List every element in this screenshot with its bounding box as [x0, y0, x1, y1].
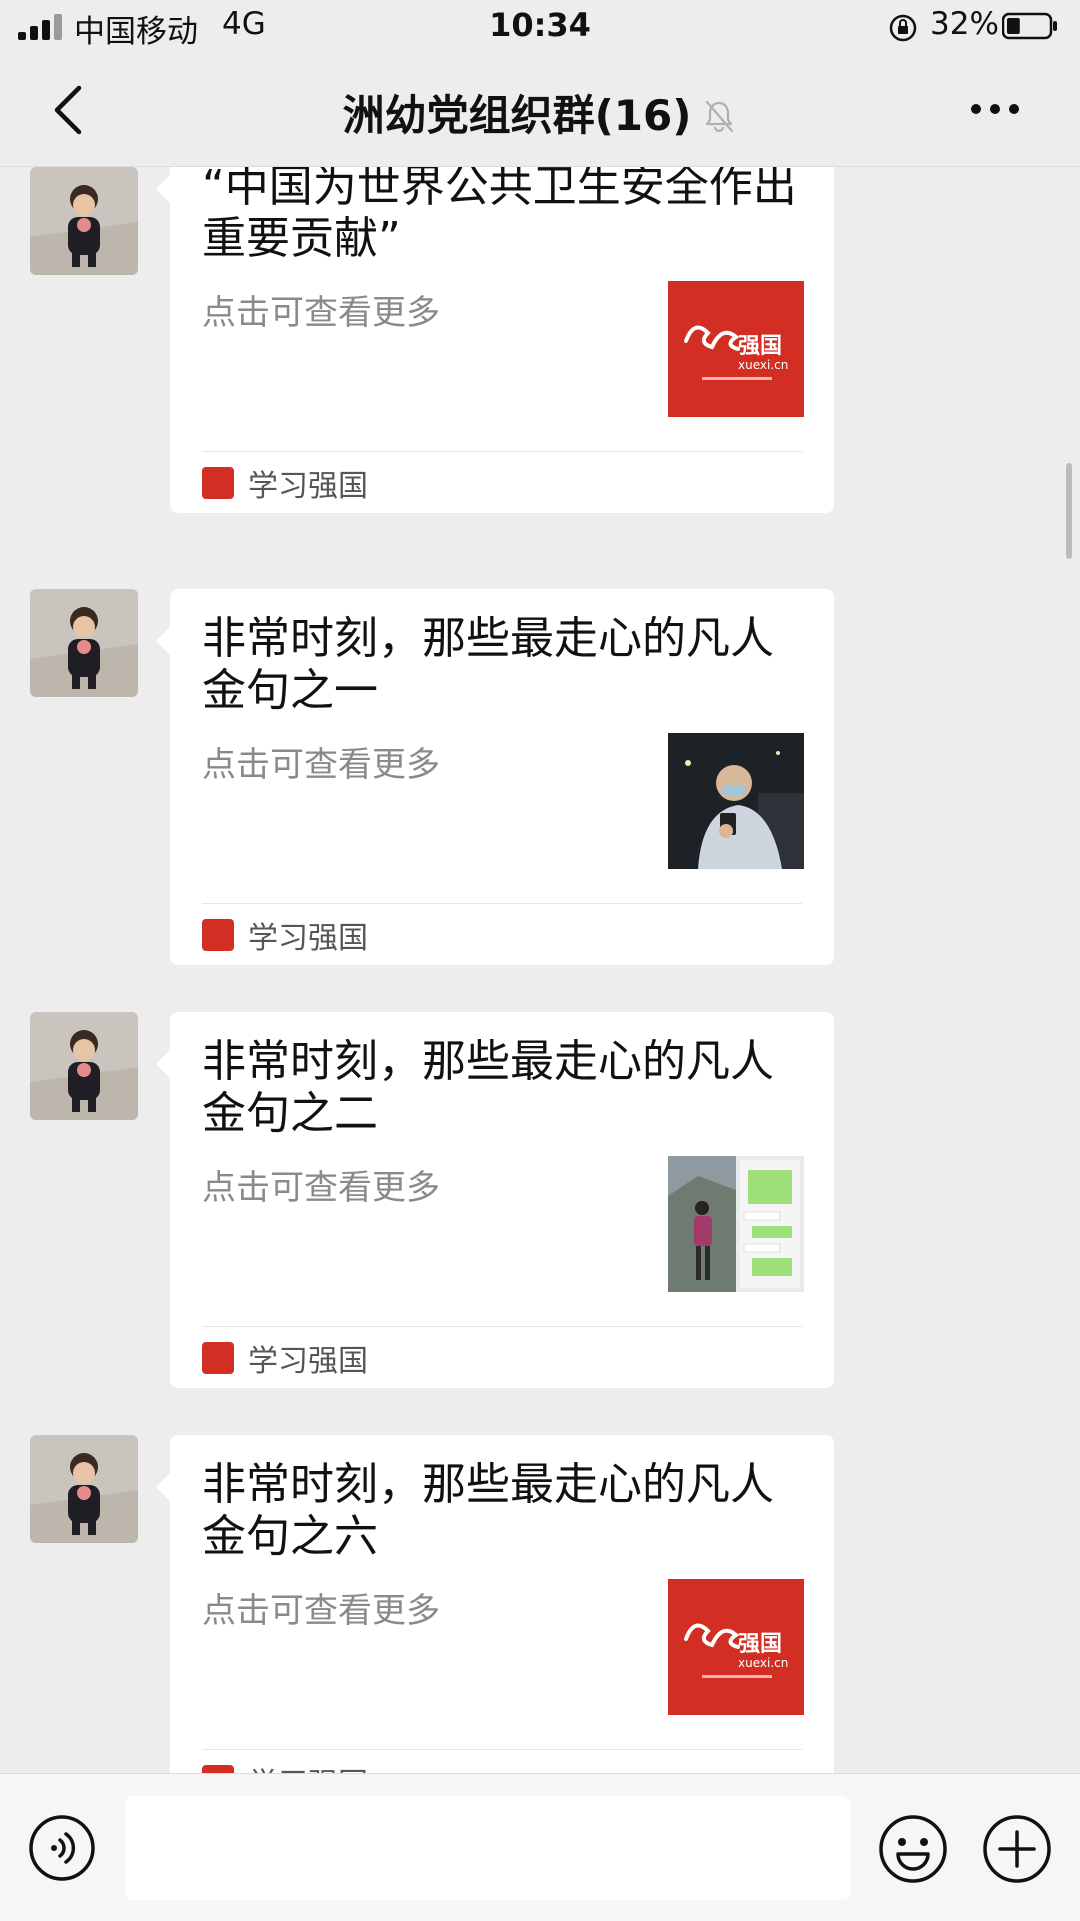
article-source: 学习强国: [202, 915, 368, 956]
battery-percent: 32%: [930, 6, 999, 42]
article-desc: 点击可查看更多: [202, 1168, 440, 1208]
xuexi-app-icon: [202, 1342, 234, 1374]
article-title: “中国为世界公共卫生安全作出重要贡献”: [202, 167, 797, 264]
xuexi-app-icon: [202, 467, 234, 499]
child-avatar-image: [30, 1012, 138, 1120]
article-source: 学习强国: [202, 1338, 368, 1379]
xuexi-app-icon: [202, 919, 234, 951]
chat-title: 洲幼党组织群(16): [342, 91, 692, 140]
chat-title-wrap: 洲幼党组织群(16): [0, 82, 1080, 143]
article-title: 非常时刻，那些最走心的凡人金句之六: [202, 1459, 774, 1562]
voice-icon: [29, 1815, 95, 1881]
battery-icon: [1002, 12, 1057, 40]
emoji-icon: [879, 1815, 947, 1883]
card-divider: [202, 1326, 802, 1327]
man-with-phone-thumbnail: [668, 733, 804, 869]
bell-muted-icon: [706, 100, 734, 133]
article-card[interactable]: 非常时刻，那些最走心的凡人金句之一 点击可查看更多 学习强国: [156, 589, 834, 965]
avatar[interactable]: [30, 589, 138, 697]
article-desc: 点击可查看更多: [202, 1591, 440, 1631]
source-label: 学习强国: [248, 469, 368, 504]
article-card[interactable]: 非常时刻，那些最走心的凡人金句之六 点击可查看更多 强国 xuexi.cn 学习…: [156, 1435, 834, 1773]
logo-url-text: xuexi.cn: [738, 358, 788, 372]
plus-icon: [983, 1815, 1051, 1883]
logo-brand-text: 强国: [738, 1632, 782, 1657]
article-desc: 点击可查看更多: [202, 293, 440, 333]
child-avatar-image: [30, 167, 138, 275]
avatar[interactable]: [30, 167, 138, 275]
logo-brand-text: 强国: [738, 334, 782, 359]
source-label: 学习强国: [248, 1344, 368, 1379]
xuexi-logo-thumbnail: 强国 xuexi.cn: [668, 281, 804, 417]
card-divider: [202, 1749, 802, 1750]
chat-scrollbar[interactable]: [1066, 463, 1072, 559]
nav-bar: 洲幼党组织群(16): [0, 54, 1080, 167]
message-input[interactable]: [125, 1796, 850, 1900]
child-avatar-image: [30, 1435, 138, 1543]
status-bar: 中国移动 4G 10:34 32%: [0, 0, 1080, 54]
avatar[interactable]: [30, 1012, 138, 1120]
article-card[interactable]: 非常时刻，那些最走心的凡人金句之二 点击可查看更多 学习强国: [156, 1012, 834, 1388]
plus-button[interactable]: [982, 1814, 1052, 1884]
source-label: 学习强国: [248, 921, 368, 956]
xuexi-logo-thumbnail: 强国 xuexi.cn: [668, 1579, 804, 1715]
article-title: 非常时刻，那些最走心的凡人金句之二: [202, 1036, 774, 1139]
avatar[interactable]: [30, 1435, 138, 1543]
card-divider: [202, 903, 802, 904]
card-divider: [202, 451, 802, 452]
article-source: 学习强国: [202, 1761, 368, 1773]
article-card[interactable]: “中国为世界公共卫生安全作出重要贡献” 点击可查看更多 强国 xuexi.cn …: [156, 167, 834, 513]
input-bar: [0, 1773, 1080, 1921]
chat-area[interactable]: “中国为世界公共卫生安全作出重要贡献” 点击可查看更多 强国 xuexi.cn …: [0, 167, 1080, 1773]
chat-screenshot-thumbnail: [668, 1156, 804, 1292]
rotation-lock-icon: [889, 14, 917, 42]
child-avatar-image: [30, 589, 138, 697]
xuexi-app-icon: [202, 1765, 234, 1773]
article-title: 非常时刻，那些最走心的凡人金句之一: [202, 613, 774, 716]
article-desc: 点击可查看更多: [202, 745, 440, 785]
more-dots-icon: [971, 104, 1019, 114]
status-time: 10:34: [489, 6, 591, 44]
logo-url-text: xuexi.cn: [738, 1656, 788, 1670]
more-button[interactable]: [960, 84, 1030, 134]
emoji-button[interactable]: [878, 1814, 948, 1884]
source-label: 学习强国: [248, 1759, 368, 1773]
voice-button[interactable]: [28, 1814, 96, 1882]
article-source: 学习强国: [202, 463, 368, 504]
